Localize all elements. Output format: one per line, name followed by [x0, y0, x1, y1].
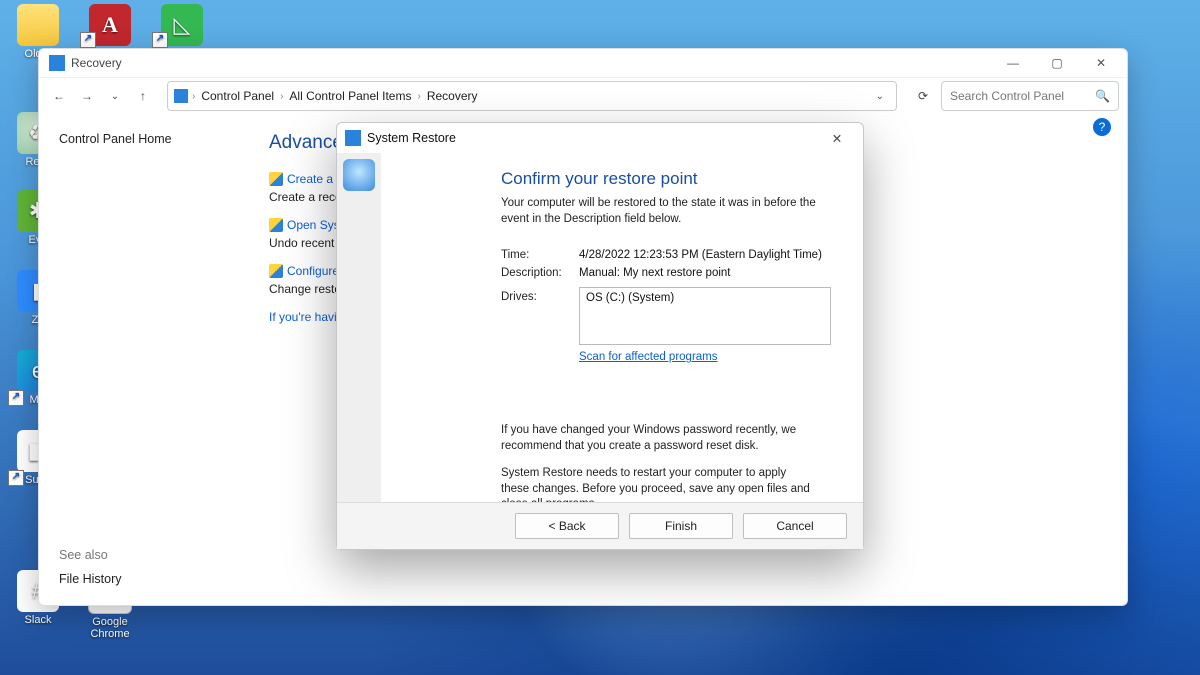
back-button[interactable]: ←	[47, 84, 71, 108]
system-restore-dialog: System Restore ✕ Confirm your restore po…	[336, 122, 864, 550]
dialog-footer: < Back Finish Cancel	[337, 502, 863, 549]
window-icon	[49, 55, 65, 71]
shield-icon	[269, 264, 283, 278]
time-label: Time:	[501, 249, 579, 261]
window-toolbar: ← → ⌄ ↑ › Control Panel › All Control Pa…	[39, 77, 1127, 114]
desktop-icon-adobe[interactable]: A ↗	[80, 4, 140, 48]
drives-listbox[interactable]: OS (C:) (System)	[579, 287, 831, 345]
shortcut-icon: ↗	[8, 390, 24, 406]
minimize-button[interactable]: —	[991, 49, 1035, 77]
restore-point-details: Time: 4/28/2022 12:23:53 PM (Eastern Day…	[501, 249, 839, 363]
back-button[interactable]: < Back	[515, 513, 619, 539]
folder-icon	[17, 4, 59, 46]
icon-label: Slack	[8, 614, 68, 626]
maximize-button[interactable]: ▢	[1035, 49, 1079, 77]
finish-button[interactable]: Finish	[629, 513, 733, 539]
dialog-subtext: Your computer will be restored to the st…	[501, 195, 839, 227]
dialog-content: Confirm your restore point Your computer…	[337, 153, 863, 503]
forward-button[interactable]: →	[75, 84, 99, 108]
chevron-right-icon: ›	[280, 91, 283, 102]
dialog-heading: Confirm your restore point	[501, 169, 839, 189]
time-value: 4/28/2022 12:23:53 PM (Eastern Daylight …	[579, 249, 839, 261]
shortcut-icon: ↗	[152, 32, 168, 48]
see-also: See also File History	[59, 548, 122, 586]
chevron-right-icon: ›	[417, 91, 420, 102]
refresh-button[interactable]: ⟳	[909, 82, 937, 110]
cancel-button[interactable]: Cancel	[743, 513, 847, 539]
chevron-right-icon: ›	[192, 91, 195, 102]
desktop-icon-green[interactable]: ◺ ↗	[152, 4, 212, 48]
crumb-control-panel[interactable]: Control Panel	[199, 89, 276, 103]
dialog-close-button[interactable]: ✕	[819, 125, 855, 151]
window-title: Recovery	[71, 56, 122, 70]
search-placeholder: Search Control Panel	[950, 89, 1064, 103]
close-button[interactable]: ✕	[1079, 49, 1123, 77]
window-titlebar[interactable]: Recovery — ▢ ✕	[39, 49, 1127, 77]
crumb-all-items[interactable]: All Control Panel Items	[287, 89, 413, 103]
shortcut-icon: ↗	[80, 32, 96, 48]
shield-icon	[269, 218, 283, 232]
description-value: Manual: My next restore point	[579, 267, 839, 279]
see-also-heading: See also	[59, 548, 122, 562]
control-panel-icon	[174, 89, 188, 103]
crumb-recovery[interactable]: Recovery	[425, 89, 480, 103]
password-note: If you have changed your Windows passwor…	[501, 423, 839, 454]
recent-chevron-icon[interactable]: ⌄	[103, 84, 127, 108]
drives-label: Drives:	[501, 291, 579, 363]
file-history-link[interactable]: File History	[59, 572, 122, 586]
control-panel-home-link[interactable]: Control Panel Home	[59, 132, 241, 146]
left-nav: Control Panel Home	[39, 114, 249, 606]
icon-label: Google Chrome	[80, 616, 140, 640]
description-label: Description:	[501, 267, 579, 279]
shortcut-icon: ↗	[8, 470, 24, 486]
dialog-title: System Restore	[367, 131, 456, 145]
chevron-down-icon[interactable]: ⌄	[876, 91, 884, 102]
search-input[interactable]: Search Control Panel 🔍	[941, 81, 1119, 111]
system-restore-icon	[345, 130, 361, 146]
search-icon: 🔍	[1095, 89, 1110, 103]
shield-icon	[269, 172, 283, 186]
breadcrumb[interactable]: › Control Panel › All Control Panel Item…	[167, 81, 897, 111]
drive-item[interactable]: OS (C:) (System)	[586, 292, 824, 304]
dialog-titlebar[interactable]: System Restore ✕	[337, 123, 863, 153]
scan-affected-programs-link[interactable]: Scan for affected programs	[579, 351, 718, 363]
up-button[interactable]: ↑	[131, 84, 155, 108]
